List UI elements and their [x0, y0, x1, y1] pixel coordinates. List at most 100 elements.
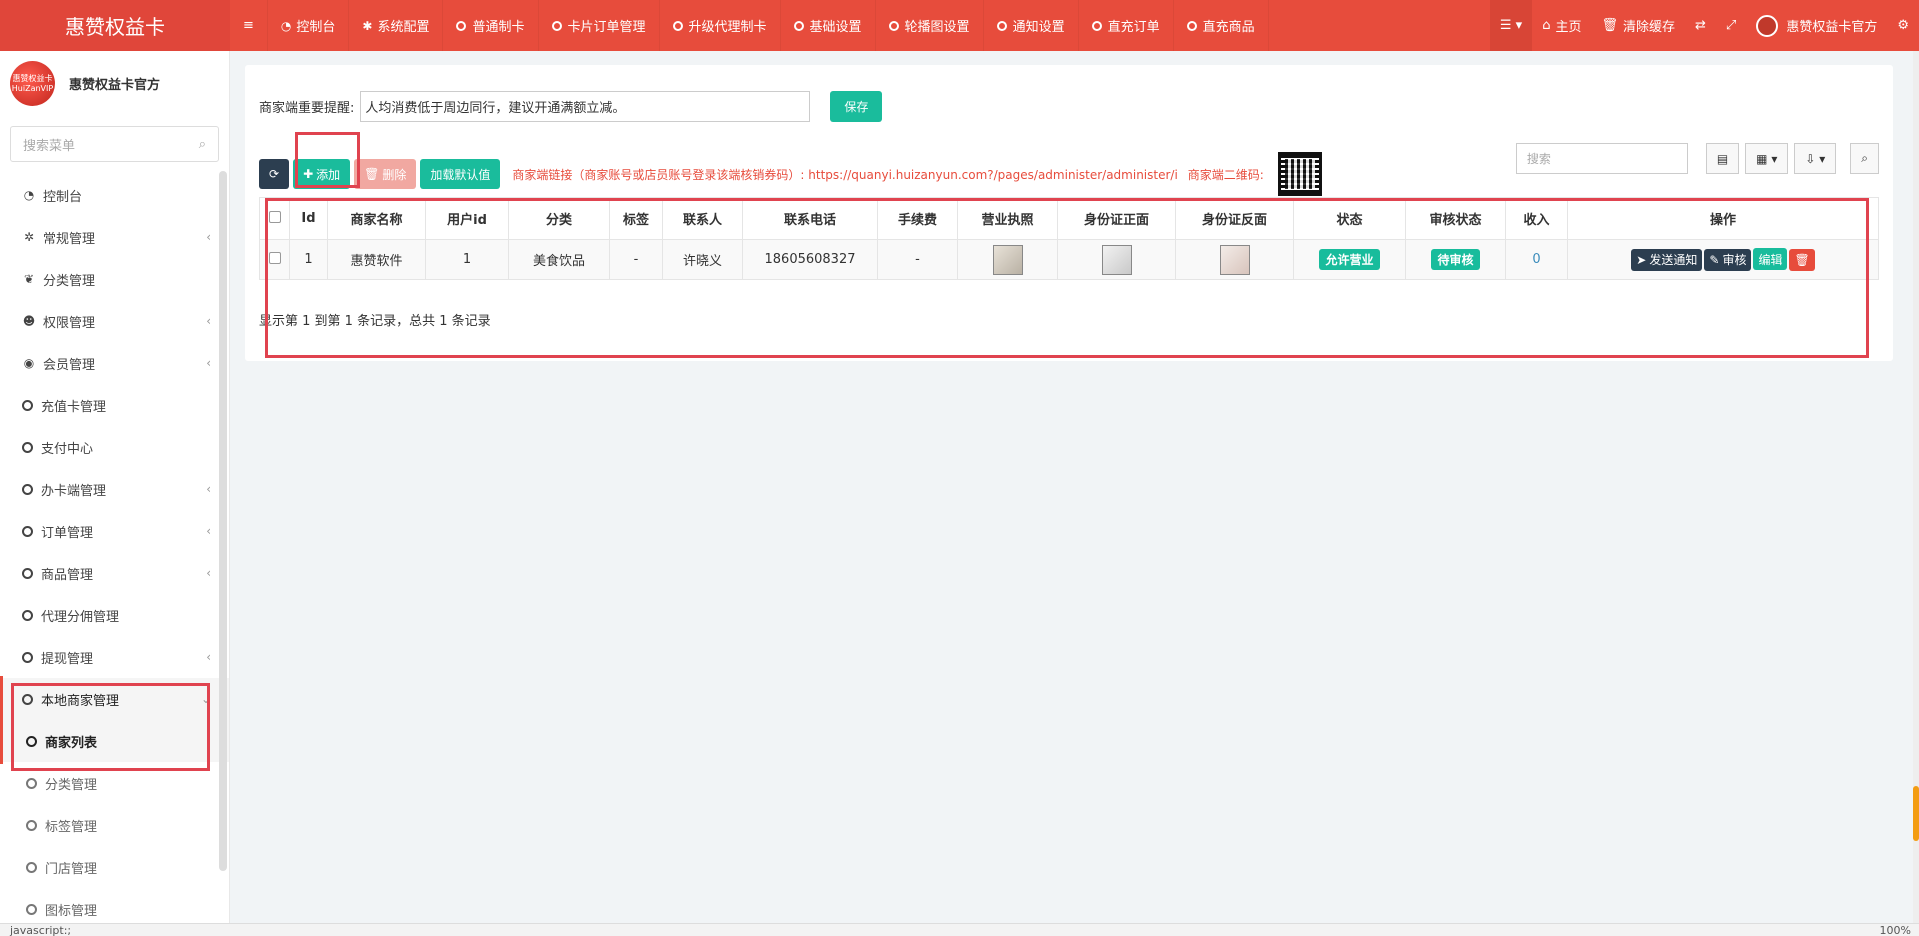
circle-icon: [22, 567, 33, 579]
circle-icon: [22, 483, 33, 495]
circle-icon: [22, 609, 33, 621]
annotation-box-table: [265, 198, 1869, 358]
annotation-box-menu: [11, 683, 210, 771]
search-icon: ⌕: [1861, 151, 1868, 165]
sidebar-toggle-button[interactable]: ≡: [230, 0, 268, 51]
circle-icon: [26, 903, 37, 915]
sidebar-item-withdraw[interactable]: 提现管理 ‹: [0, 636, 229, 678]
advanced-search-button[interactable]: ⌕: [1850, 143, 1879, 174]
trash-icon: 🗑: [1601, 18, 1618, 33]
settings-button[interactable]: ⚙: [1887, 0, 1919, 51]
circle-icon: [22, 651, 33, 663]
notice-input[interactable]: 人均消费低于周边同行，建议开通满额立减。: [360, 91, 811, 122]
sidebar-item-dashboard[interactable]: ◔ 控制台: [0, 174, 229, 216]
side-menu: ◔ 控制台 ✲ 常规管理 ‹ ❦ 分类管理 ☻ 权限管理 ‹ ◉ 会员管理 ‹ 充值卡管理 支付…: [0, 174, 229, 923]
menu-search-input[interactable]: 搜索菜单 ⌕: [10, 126, 219, 162]
user-circle-icon: ◉: [23, 356, 35, 370]
gear-icon: ✱: [362, 18, 373, 33]
app-brand[interactable]: 惠赞权益卡: [0, 0, 230, 51]
sidebar-item-member[interactable]: ◉ 会员管理 ‹: [0, 342, 229, 384]
scrollbar-thumb[interactable]: [1913, 786, 1919, 841]
topnav-item-recharge-goods[interactable]: 直充商品: [1174, 0, 1269, 51]
table-search-input[interactable]: 搜索: [1515, 143, 1688, 174]
circle-icon: [1186, 20, 1197, 31]
sidebar-scrollbar[interactable]: [219, 171, 227, 871]
chevron-left-icon: ‹: [206, 482, 211, 496]
qr-label: 商家端二维码:: [1187, 167, 1264, 182]
sidebar-item-auth[interactable]: ☻ 权限管理 ‹: [0, 300, 229, 342]
toggle-view-button[interactable]: ▤: [1705, 143, 1740, 174]
table-icon: ▤: [1716, 151, 1729, 166]
columns-button[interactable]: ▦ ▾: [1745, 143, 1789, 174]
export-icon: ⇩ ▾: [1805, 151, 1826, 166]
circle-icon: [888, 20, 899, 31]
chevron-left-icon: ‹: [206, 524, 211, 538]
dashboard-icon: ◔: [280, 18, 292, 33]
sidebar-item-goods[interactable]: 商品管理 ‹: [0, 552, 229, 594]
topnav-item-notify-settings[interactable]: 通知设置: [984, 0, 1079, 51]
group-icon: ☻: [22, 314, 36, 328]
sidebar-item-card-terminal[interactable]: 办卡端管理 ‹: [0, 468, 229, 510]
topnav-item-dashboard[interactable]: ◔ 控制台: [268, 0, 350, 51]
merchant-link-text: 商家端链接（商家账号或店员账号登录该端核销券码）: https://quanyi…: [512, 167, 1178, 182]
top-right-menu: ☰ ▾ ⌂ 主页 🗑 清除缓存 ⇄ ⤢ 惠赞权益卡官方 ⚙: [1489, 0, 1919, 51]
fullscreen-icon: ⤢: [1725, 18, 1737, 33]
sidebar-item-recharge-card[interactable]: 充值卡管理: [0, 384, 229, 426]
circle-icon: [551, 20, 562, 31]
circle-icon: [793, 20, 804, 31]
sidebar-item-agent-commission[interactable]: 代理分佣管理: [0, 594, 229, 636]
active-menu-indicator: [0, 676, 3, 764]
browser-status-bar: javascript:; 100%: [0, 923, 1919, 936]
dashboard-icon: ◔: [23, 188, 35, 202]
sidebar-item-general[interactable]: ✲ 常规管理 ‹: [0, 216, 229, 258]
list-icon: ☰ ▾: [1499, 18, 1523, 33]
sidebar-item-orders[interactable]: 订单管理 ‹: [0, 510, 229, 552]
leaf-icon: ❦: [23, 272, 35, 286]
circle-icon: [672, 20, 683, 31]
notice-row: 商家端重要提醒: 人均消费低于周边同行，建议开通满额立减。 保存: [259, 91, 883, 122]
user-menu[interactable]: 惠赞权益卡官方: [1746, 0, 1887, 51]
top-navbar: 惠赞权益卡 ≡ ◔ 控制台 ✱ 系统配置 普通制卡 卡片订单管理 升级代理制卡 基础…: [0, 0, 1919, 51]
circle-icon: [22, 399, 33, 411]
topnav-item-agent-card[interactable]: 升级代理制卡: [660, 0, 781, 51]
sidebar-item-category[interactable]: ❦ 分类管理: [0, 258, 229, 300]
table-toolbar: ⟳ ✚ 添加 🗑 删除 加载默认值 商家端链接（商家账号或店员账号登录该端核销券码）…: [259, 152, 1322, 196]
avatar: [1756, 14, 1779, 37]
fullscreen-button[interactable]: ⤢: [1716, 0, 1746, 51]
annotation-box-add: [295, 132, 360, 188]
circle-icon: [26, 819, 37, 831]
table-right-tools: 搜索 ▤ ▦ ▾ ⇩ ▾ ⌕: [1515, 143, 1879, 174]
menu-toggle-icon: ≡: [243, 18, 254, 33]
notice-label: 商家端重要提醒:: [259, 101, 355, 116]
load-default-button[interactable]: 加载默认值: [420, 159, 501, 189]
sidebar-item-stores[interactable]: 门店管理: [0, 846, 229, 888]
export-button[interactable]: ⇩ ▾: [1794, 143, 1837, 174]
status-url: javascript:;: [10, 923, 72, 936]
delete-button[interactable]: 🗑 删除: [354, 159, 417, 189]
sidebar-item-merchant-tags[interactable]: 标签管理: [0, 804, 229, 846]
refresh-button[interactable]: ⟳: [259, 159, 290, 189]
avatar: 惠赞权益卡 HuiZanVIP: [10, 61, 55, 106]
top-nav-menu: ≡ ◔ 控制台 ✱ 系统配置 普通制卡 卡片订单管理 升级代理制卡 基础设置 轮播图…: [230, 0, 1490, 51]
save-button[interactable]: 保存: [830, 91, 883, 122]
topnav-item-recharge-orders[interactable]: 直充订单: [1079, 0, 1174, 51]
sidebar-item-icons[interactable]: 图标管理: [0, 888, 229, 923]
translate-icon: ⇄: [1695, 18, 1706, 33]
topnav-item-carousel[interactable]: 轮播图设置: [876, 0, 984, 51]
gears-icon: ⚙: [1897, 18, 1909, 33]
clear-cache-button[interactable]: 🗑 清除缓存: [1591, 0, 1685, 51]
nav-dropdown-button[interactable]: ☰ ▾: [1489, 0, 1533, 51]
chevron-left-icon: ‹: [206, 650, 211, 664]
page-scrollbar[interactable]: [1913, 51, 1919, 923]
circle-icon: [996, 20, 1007, 31]
circle-icon: [26, 861, 37, 873]
home-link[interactable]: ⌂ 主页: [1532, 0, 1591, 51]
language-button[interactable]: ⇄: [1685, 0, 1716, 51]
circle-icon: [1091, 20, 1102, 31]
topnav-item-normal-card[interactable]: 普通制卡: [443, 0, 539, 51]
topnav-item-basic-settings[interactable]: 基础设置: [781, 0, 876, 51]
chevron-left-icon: ‹: [206, 356, 211, 370]
topnav-item-system-config[interactable]: ✱ 系统配置: [349, 0, 444, 51]
topnav-item-card-orders[interactable]: 卡片订单管理: [539, 0, 660, 51]
sidebar-item-payment[interactable]: 支付中心: [0, 426, 229, 468]
